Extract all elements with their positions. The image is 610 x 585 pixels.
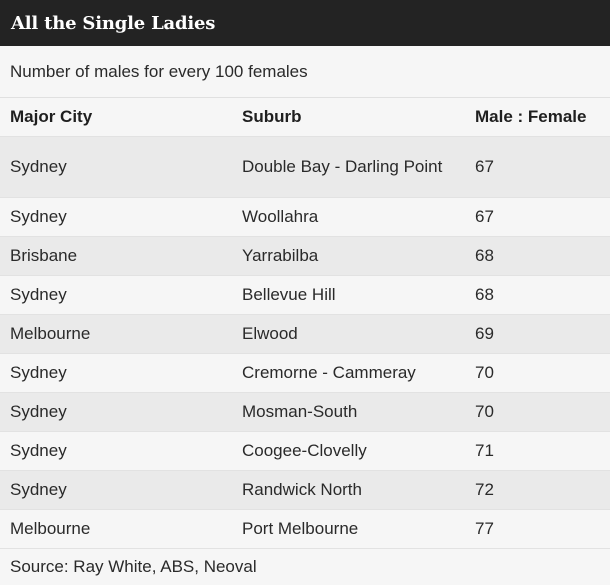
table-cell-city: Sydney	[0, 136, 232, 198]
table-header-row: Major City Suburb Male : Female	[0, 98, 610, 137]
table-cell-suburb: Woollahra	[232, 197, 465, 237]
table-body: Sydney Double Bay - Darling Point 67 Sydney…	[0, 136, 610, 549]
table-cell-city: Sydney	[0, 197, 232, 237]
table-cell-suburb: Cremorne - Cammeray	[232, 353, 465, 393]
table-cell-ratio: 68	[465, 236, 610, 276]
table-cell-suburb: Port Melbourne	[232, 509, 465, 549]
table-cell-ratio: 71	[465, 431, 610, 471]
table-row: Brisbane Yarrabilba 68	[0, 236, 610, 276]
table-cell-ratio: 70	[465, 353, 610, 393]
table-cell-suburb: Elwood	[232, 314, 465, 354]
table-cell-ratio: 70	[465, 392, 610, 432]
table-row: Sydney Double Bay - Darling Point 67	[0, 136, 610, 198]
table-cell-city: Brisbane	[0, 236, 232, 276]
table-cell-city: Sydney	[0, 431, 232, 471]
table-cell-suburb: Mosman-South	[232, 392, 465, 432]
column-header-suburb: Suburb	[232, 98, 465, 137]
chart-subtitle: Number of males for every 100 females	[0, 46, 610, 98]
table-row: Sydney Cremorne - Cammeray 70	[0, 353, 610, 393]
table-cell-suburb: Randwick North	[232, 470, 465, 510]
table-cell-ratio: 67	[465, 136, 610, 198]
table-cell-city: Sydney	[0, 275, 232, 315]
table-cell-city: Melbourne	[0, 314, 232, 354]
table-row: Sydney Woollahra 67	[0, 197, 610, 237]
table-row: Melbourne Port Melbourne 77	[0, 509, 610, 549]
table-cell-city: Sydney	[0, 392, 232, 432]
table-row: Sydney Bellevue Hill 68	[0, 275, 610, 315]
table-cell-city: Melbourne	[0, 509, 232, 549]
source-note: Source: Ray White, ABS, Neoval	[0, 548, 610, 585]
table-cell-suburb: Coogee-Clovelly	[232, 431, 465, 471]
table-cell-ratio: 68	[465, 275, 610, 315]
table-cell-city: Sydney	[0, 353, 232, 393]
table-cell-suburb: Double Bay - Darling Point	[232, 136, 465, 198]
column-header-city: Major City	[0, 98, 232, 137]
table-row: Sydney Mosman-South 70	[0, 392, 610, 432]
title-bar: All the Single Ladies	[0, 0, 610, 46]
table-row: Sydney Randwick North 72	[0, 470, 610, 510]
chart-widget: All the Single Ladies Number of males fo…	[0, 0, 610, 585]
table-row: Sydney Coogee-Clovelly 71	[0, 431, 610, 471]
table-cell-ratio: 69	[465, 314, 610, 354]
table-row: Melbourne Elwood 69	[0, 314, 610, 354]
column-header-ratio: Male : Female	[465, 98, 610, 137]
table-cell-ratio: 72	[465, 470, 610, 510]
table-cell-suburb: Bellevue Hill	[232, 275, 465, 315]
table-cell-city: Sydney	[0, 470, 232, 510]
chart-title: All the Single Ladies	[11, 12, 216, 34]
table-cell-ratio: 77	[465, 509, 610, 549]
table-cell-suburb: Yarrabilba	[232, 236, 465, 276]
data-table: Major City Suburb Male : Female Sydney Do…	[0, 98, 610, 549]
table-cell-ratio: 67	[465, 197, 610, 237]
